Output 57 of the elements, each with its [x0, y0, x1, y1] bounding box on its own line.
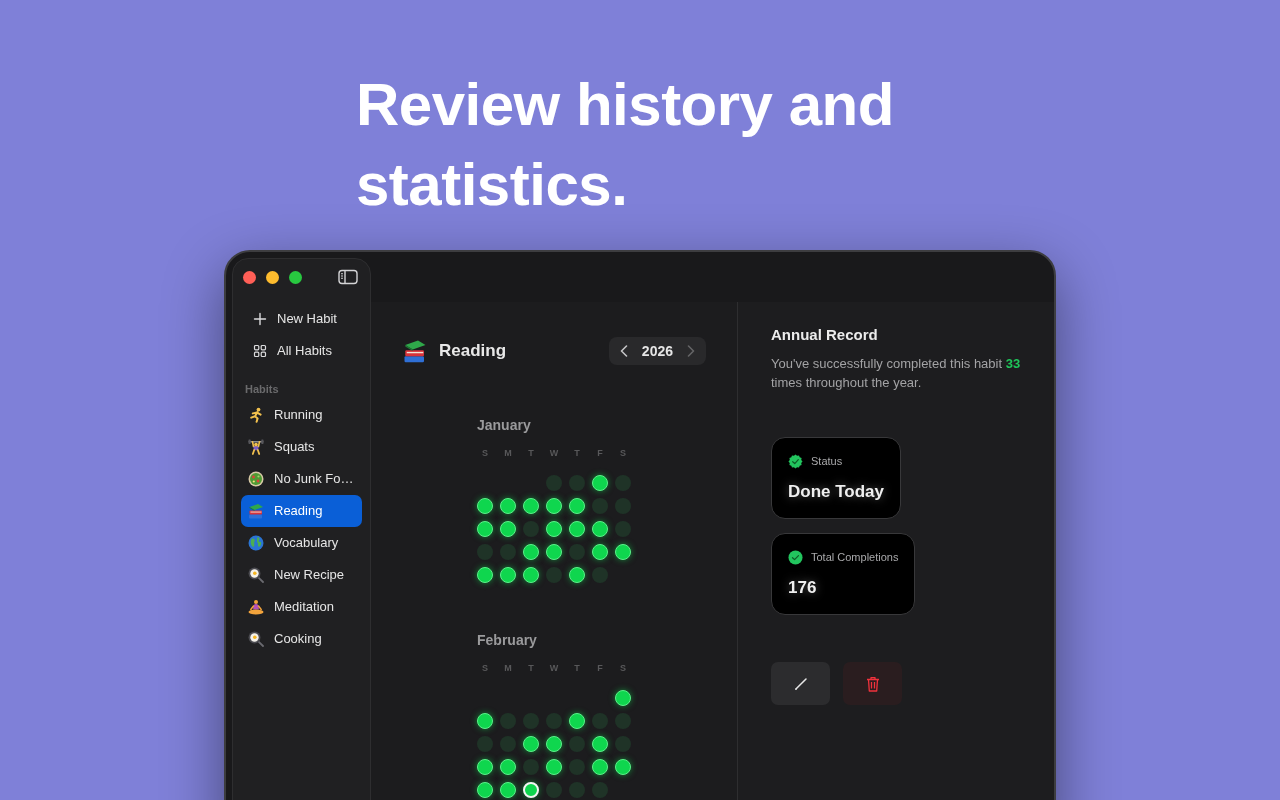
- habit-item[interactable]: Reading: [241, 495, 362, 527]
- headline: Review history and statistics.: [356, 70, 895, 220]
- stat-value: 176: [788, 577, 818, 599]
- habit-item[interactable]: Meditation: [241, 591, 362, 623]
- section-title: Annual Record: [771, 326, 878, 344]
- books-icon: [248, 503, 264, 519]
- close-button[interactable]: [243, 270, 256, 284]
- habit-title: Reading: [439, 340, 507, 363]
- stat-value: Done Today: [788, 481, 885, 503]
- minimize-button[interactable]: [266, 270, 279, 284]
- habit-item[interactable]: Vocabulary: [241, 527, 362, 559]
- sidebar-toggle-icon[interactable]: [338, 269, 358, 285]
- sidebar-action[interactable]: All Habits: [241, 335, 362, 367]
- weekday-label: T: [527, 662, 535, 674]
- weekday-label: S: [481, 447, 489, 459]
- month-label: January: [477, 416, 532, 434]
- habit-item[interactable]: No Junk Fo…: [241, 463, 362, 495]
- weekday-label: T: [527, 447, 535, 459]
- chevron-left-icon[interactable]: [619, 345, 628, 357]
- weekday-label: M: [503, 662, 513, 674]
- delete-button[interactable]: [843, 662, 902, 705]
- weekday-label: M: [503, 447, 513, 459]
- weekday-label: F: [596, 447, 604, 459]
- frying-pan-icon: [248, 567, 264, 583]
- maximize-button[interactable]: [289, 270, 302, 284]
- check-circle-icon: [788, 549, 803, 565]
- habit-item[interactable]: Running: [241, 399, 362, 431]
- globe-icon: [248, 535, 264, 551]
- grid-icon: [253, 344, 267, 358]
- trash-icon: [865, 675, 880, 692]
- salad-bowl-icon: [248, 471, 264, 487]
- frying-pan-icon: [248, 631, 264, 647]
- habit-item[interactable]: New Recipe: [241, 559, 362, 591]
- weekday-label: S: [619, 447, 627, 459]
- weekday-label: F: [596, 662, 604, 674]
- month-label: February: [477, 631, 538, 649]
- verified-badge-icon: [788, 453, 803, 469]
- weekday-label: W: [548, 662, 560, 674]
- sidebar-action[interactable]: New Habit: [241, 303, 362, 335]
- habit-item[interactable]: Cooking: [241, 623, 362, 655]
- summary-text: You've successfully completed this habit 33 times throughout the year.: [771, 355, 1022, 392]
- plus-icon: [253, 312, 267, 326]
- weekday-label: S: [481, 662, 489, 674]
- meditating-person-icon: [248, 599, 264, 615]
- weekday-label: S: [619, 662, 627, 674]
- weightlifter-icon: [248, 439, 264, 455]
- weekday-label: T: [573, 447, 581, 459]
- runner-icon: [248, 407, 264, 423]
- year-label: 2026: [641, 341, 673, 361]
- books-icon: [403, 339, 427, 363]
- section-label: Habits: [244, 382, 280, 397]
- stat-label: Total Completions: [811, 549, 899, 565]
- stat-label: Status: [811, 453, 843, 469]
- habit-item[interactable]: Squats: [241, 431, 362, 463]
- weekday-label: T: [573, 662, 581, 674]
- pencil-icon: [794, 677, 807, 690]
- weekday-label: W: [548, 447, 560, 459]
